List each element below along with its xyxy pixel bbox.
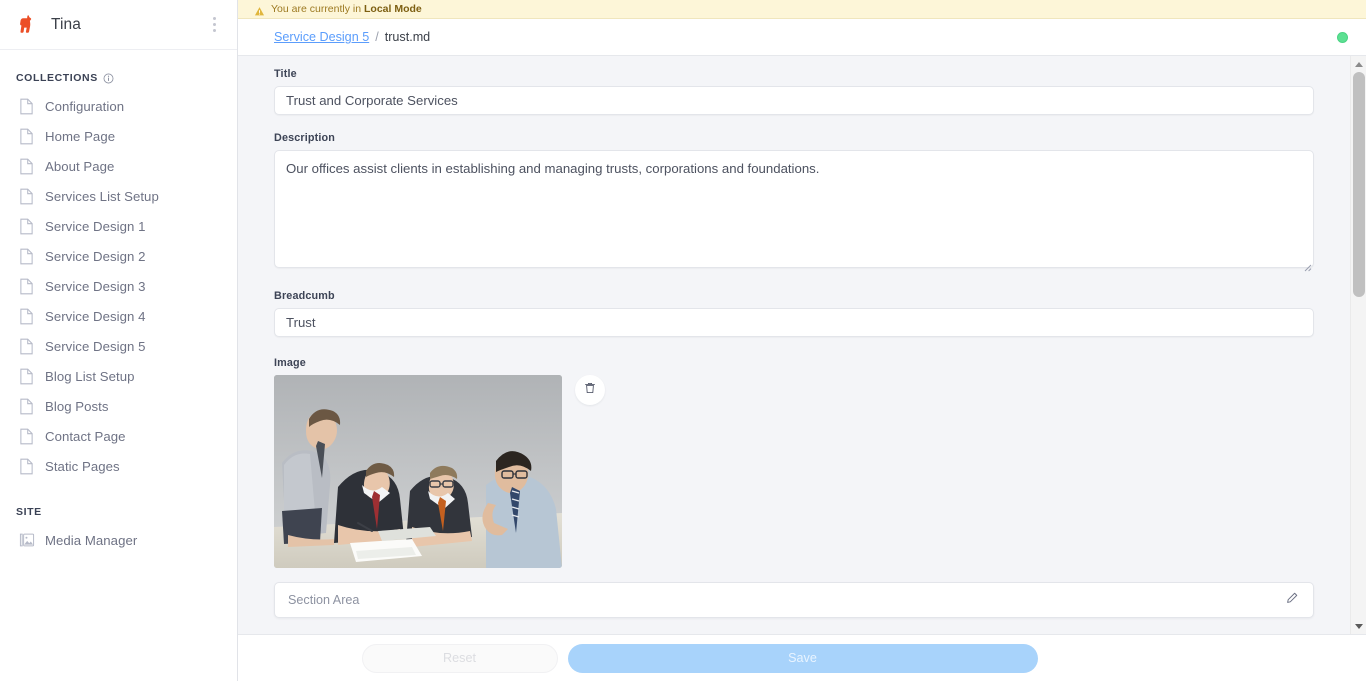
sidebar-item-label: Service Design 2 [45, 248, 146, 264]
file-icon [19, 398, 34, 415]
local-mode-text: You are currently in Local Mode [271, 3, 422, 15]
chevron-down-icon [1355, 623, 1363, 629]
vertical-scrollbar[interactable] [1350, 56, 1366, 634]
sidebar-item-service-design-1[interactable]: Service Design 1 [0, 211, 237, 241]
file-icon [19, 188, 34, 205]
connection-status-dot [1337, 31, 1348, 43]
trash-icon [583, 381, 597, 400]
site-nav-list: Media Manager [0, 525, 237, 555]
breadcumb-input[interactable] [274, 308, 1314, 337]
section-area-field[interactable]: Section Area [274, 582, 1314, 618]
sidebar-item-label: Service Design 1 [45, 218, 146, 234]
sidebar-item-label: Static Pages [45, 458, 120, 474]
main-panel: You are currently in Local Mode Service … [238, 0, 1366, 681]
sidebar-item-service-design-5[interactable]: Service Design 5 [0, 331, 237, 361]
local-mode-banner: You are currently in Local Mode [238, 0, 1366, 19]
local-mode-strong: Local Mode [364, 3, 422, 15]
title-input[interactable] [274, 86, 1314, 115]
file-icon [19, 248, 34, 265]
info-icon[interactable] [103, 73, 114, 84]
field-label-description: Description [274, 132, 336, 144]
file-icon [19, 428, 34, 445]
edit-section-area-button[interactable] [1281, 589, 1303, 611]
reset-button[interactable]: Reset [361, 643, 558, 673]
sidebar-header: Tina [0, 0, 237, 50]
sidebar-item-label: Service Design 4 [45, 308, 146, 324]
media-image-icon [19, 532, 35, 549]
sidebar-item-label: Service Design 3 [45, 278, 146, 294]
field-label-image: Image [274, 357, 306, 369]
sidebar-item-label: About Page [45, 158, 115, 174]
delete-image-button[interactable] [575, 375, 605, 405]
file-icon [19, 218, 34, 235]
collections-heading: COLLECTIONS [0, 72, 237, 84]
save-button[interactable]: Save [567, 643, 1038, 673]
collections-nav-list: Configuration Home Page About Page Servi… [0, 91, 237, 481]
sidebar-item-label: Home Page [45, 128, 116, 144]
brand-name: Tina [51, 15, 81, 33]
sidebar-item-label: Configuration [45, 98, 125, 114]
sidebar-item-label: Contact Page [45, 428, 126, 444]
scrollbar-thumb[interactable] [1353, 72, 1365, 297]
sidebar-item-home-page[interactable]: Home Page [0, 121, 237, 151]
sidebar-item-label: Services List Setup [45, 188, 159, 204]
file-icon [19, 278, 34, 295]
field-description: Description [274, 132, 1314, 273]
sidebar-item-service-design-4[interactable]: Service Design 4 [0, 301, 237, 331]
sidebar-item-label: Service Design 5 [45, 338, 146, 354]
breadcrumb-separator: / [375, 30, 379, 44]
scroll-down-button[interactable] [1351, 618, 1366, 634]
file-icon [19, 158, 34, 175]
warning-triangle-icon [254, 4, 265, 15]
field-breadcumb: Breadcumb [274, 290, 1314, 337]
sidebar-item-blog-list-setup[interactable]: Blog List Setup [0, 361, 237, 391]
file-icon [19, 458, 34, 475]
breadcrumb-current: trust.md [384, 30, 431, 44]
breadcrumb: Service Design 5 / trust.md [238, 19, 1366, 56]
site-heading-label: SITE [16, 506, 42, 518]
section-area-label: Section Area [288, 593, 360, 607]
form-scroll-area: Title Description [238, 56, 1366, 634]
sidebar-item-service-design-3[interactable]: Service Design 3 [0, 271, 237, 301]
site-heading: SITE [0, 506, 237, 518]
document-form: Title Description [274, 56, 1314, 618]
sidebar-item-static-pages[interactable]: Static Pages [0, 451, 237, 481]
breadcrumb-parent-link[interactable]: Service Design 5 [274, 30, 369, 44]
image-preview[interactable] [274, 375, 562, 568]
sidebar-item-label: Blog Posts [45, 398, 109, 414]
form-actions-footer: Reset Save [238, 634, 1366, 681]
description-textarea[interactable] [274, 150, 1314, 268]
llama-logo-icon [12, 10, 42, 40]
local-mode-prefix: You are currently in [271, 3, 364, 15]
sidebar-item-contact-page[interactable]: Contact Page [0, 421, 237, 451]
file-icon [19, 308, 34, 325]
sidebar-item-blog-posts[interactable]: Blog Posts [0, 391, 237, 421]
collections-heading-label: COLLECTIONS [16, 72, 98, 84]
sidebar: Tina COLLECTIONS Configuration Home Page… [0, 0, 238, 681]
file-icon [19, 368, 34, 385]
file-icon [19, 98, 34, 115]
file-icon [19, 338, 34, 355]
sidebar-item-label: Blog List Setup [45, 368, 135, 384]
field-label-breadcumb: Breadcumb [274, 290, 335, 302]
field-image: Image [274, 357, 1314, 568]
sidebar-item-label: Media Manager [45, 532, 138, 548]
field-title: Title [274, 68, 1314, 115]
app-root: Tina COLLECTIONS Configuration Home Page… [0, 0, 1366, 681]
file-icon [19, 128, 34, 145]
field-label-title: Title [274, 68, 297, 80]
sidebar-item-services-list-setup[interactable]: Services List Setup [0, 181, 237, 211]
sidebar-item-about-page[interactable]: About Page [0, 151, 237, 181]
kebab-menu-icon[interactable] [205, 13, 223, 37]
chevron-up-icon [1355, 61, 1363, 67]
sidebar-item-media-manager[interactable]: Media Manager [0, 525, 237, 555]
pencil-icon [1285, 591, 1299, 610]
sidebar-item-service-design-2[interactable]: Service Design 2 [0, 241, 237, 271]
scroll-up-button[interactable] [1351, 56, 1366, 72]
sidebar-item-configuration[interactable]: Configuration [0, 91, 237, 121]
